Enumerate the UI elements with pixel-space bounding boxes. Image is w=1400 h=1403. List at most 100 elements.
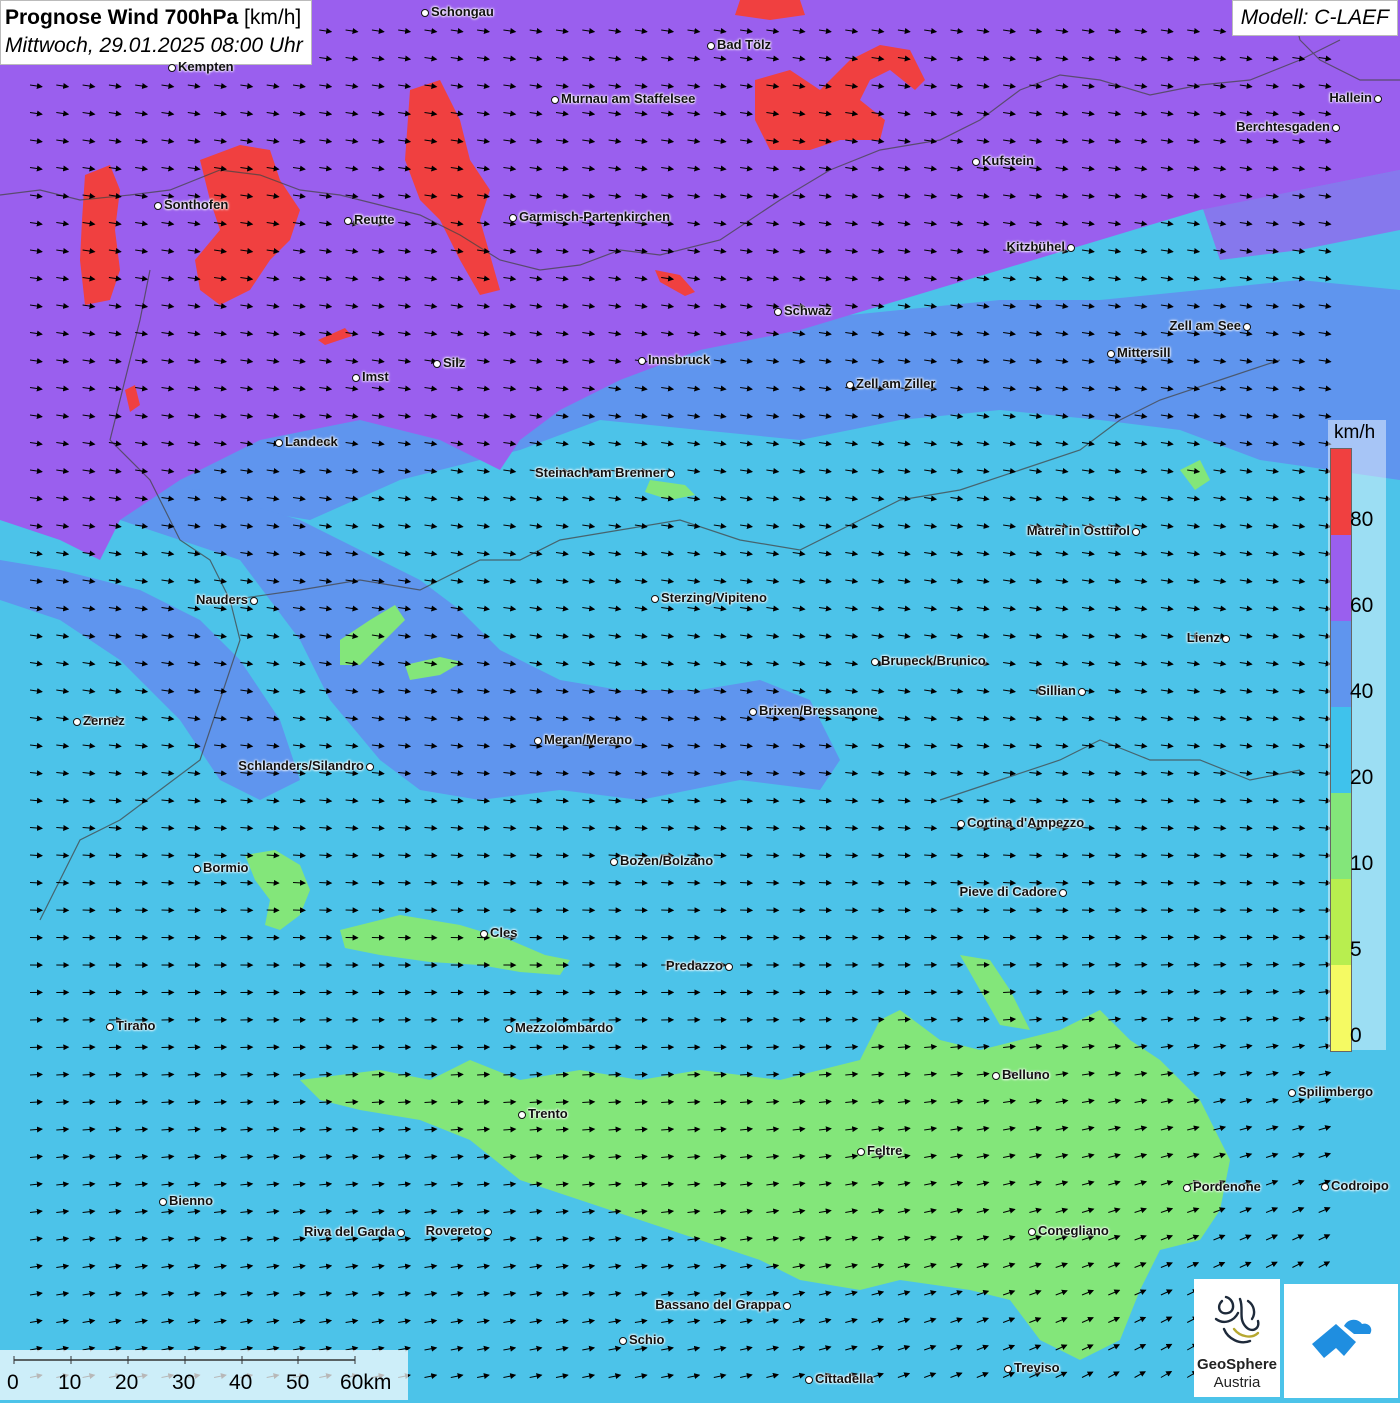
wind-arrow: [740, 1074, 752, 1075]
legend-tick-20: 20: [1350, 766, 1373, 790]
wind-arrow: [477, 1074, 489, 1075]
wind-arrow: [582, 883, 594, 884]
city-marker-icon: [667, 470, 675, 478]
city-label: Bad Tölz: [717, 37, 771, 52]
city-marker-icon: [1374, 95, 1382, 103]
wind-arrow: [372, 883, 384, 884]
wind-arrow: [819, 1020, 831, 1021]
city-marker-icon: [1332, 124, 1340, 132]
city-label: Schlanders/Silandro: [238, 758, 364, 773]
wind-arrow: [319, 883, 331, 884]
city-marker-icon: [193, 865, 201, 873]
wind-arrow: [977, 855, 989, 856]
wind-arrow: [83, 1102, 95, 1103]
wind-arrow: [425, 1074, 437, 1075]
wind-arrow: [1187, 855, 1199, 856]
wind-arrow: [740, 855, 752, 856]
city-marker-icon: [972, 158, 980, 166]
legend-tick-40: 40: [1350, 680, 1373, 704]
wind-arrow: [793, 883, 805, 884]
wind-arrow: [1029, 855, 1041, 856]
wind-arrow: [240, 883, 252, 884]
wind-arrow: [451, 855, 463, 856]
wind-arrow: [56, 1102, 68, 1103]
city-marker-icon: [509, 214, 517, 222]
city-label: Belluno: [1002, 1067, 1050, 1082]
city-marker-icon: [168, 64, 176, 72]
wind-arrow: [1082, 855, 1094, 856]
city-label: Sterzing/Vipiteno: [661, 590, 767, 605]
wind-arrow: [898, 883, 910, 884]
wind-arrow: [1240, 965, 1252, 966]
city-label: Steinach am Brenner: [535, 465, 665, 480]
wind-arrow: [1135, 883, 1147, 884]
wind-arrow: [398, 883, 410, 884]
geosphere-logo[interactable]: GeoSphere Austria: [1194, 1279, 1280, 1397]
wind-arrow: [135, 883, 147, 884]
wind-arrow: [714, 883, 726, 884]
city-label: Spilimbergo: [1298, 1084, 1373, 1099]
city-label: Kempten: [178, 59, 234, 74]
wind-arrow: [530, 855, 542, 856]
city-label: Feltre: [867, 1143, 902, 1158]
wind-arrow: [346, 1074, 358, 1075]
wind-arrow: [530, 1102, 542, 1103]
wind-arrow: [530, 883, 542, 884]
geosphere-name: GeoSphere: [1194, 1356, 1280, 1373]
scale-label-50: 50: [286, 1371, 309, 1395]
wind-arrow: [530, 1074, 542, 1075]
city-marker-icon: [846, 381, 854, 389]
legend-seg-40-60: [1331, 621, 1351, 707]
city-label: Cortina d'Ampezzo: [967, 815, 1084, 830]
city-marker-icon: [774, 308, 782, 316]
city-label: Bienno: [169, 1193, 213, 1208]
wind-arrow: [293, 883, 305, 884]
wind-arrow: [135, 1074, 147, 1075]
weather-app-logo[interactable]: [1284, 1284, 1398, 1398]
city-marker-icon: [1183, 1184, 1191, 1192]
wind-arrow: [714, 1074, 726, 1075]
legend-tick-0: 0: [1350, 1024, 1362, 1048]
city-label: Zernez: [83, 713, 125, 728]
wind-arrow: [319, 1074, 331, 1075]
wind-arrow: [1214, 965, 1226, 966]
wind-arrow: [372, 1102, 384, 1103]
city-marker-icon: [505, 1025, 513, 1033]
city-label: Pordenone: [1193, 1179, 1261, 1194]
wind-arrow: [267, 883, 279, 884]
wind-arrow: [1266, 883, 1278, 884]
wind-arrow: [56, 855, 68, 856]
wind-arrow: [924, 855, 936, 856]
legend-seg-5-10: [1331, 879, 1351, 965]
wind-arrow: [293, 1102, 305, 1103]
city-label: Mezzolombardo: [515, 1020, 613, 1035]
scale-label-40: 40: [229, 1371, 252, 1395]
legend-tick-60: 60: [1350, 594, 1373, 618]
city-marker-icon: [1004, 1365, 1012, 1373]
city-label: Zell am See: [1169, 318, 1241, 333]
city-marker-icon: [551, 96, 559, 104]
wind-arrow: [582, 1102, 594, 1103]
wind-arrow: [609, 883, 621, 884]
wind-arrow: [56, 883, 68, 884]
wind-arrow: [556, 1074, 568, 1075]
city-label: Conegliano: [1038, 1223, 1109, 1238]
wind-arrow: [1108, 883, 1120, 884]
wind-arrow: [1161, 883, 1173, 884]
wind-arrow: [109, 883, 121, 884]
city-marker-icon: [397, 1229, 405, 1237]
wind-arrow: [267, 855, 279, 856]
city-marker-icon: [421, 9, 429, 17]
wind-arrow: [1003, 855, 1015, 856]
wind-arrow: [83, 855, 95, 856]
wind-arrow: [477, 883, 489, 884]
city-marker-icon: [1132, 528, 1140, 536]
city-marker-icon: [651, 595, 659, 603]
city-label: Matrei in Osttirol: [1027, 523, 1130, 538]
map-title: Prognose Wind 700hPa [km/h]: [5, 4, 303, 32]
wind-arrow: [1240, 883, 1252, 884]
wind-arrow: [924, 883, 936, 884]
wind-arrow: [267, 1074, 279, 1075]
wind-arrow: [1292, 964, 1304, 965]
forecast-datetime: Mittwoch, 29.01.2025 08:00 Uhr: [5, 32, 303, 60]
